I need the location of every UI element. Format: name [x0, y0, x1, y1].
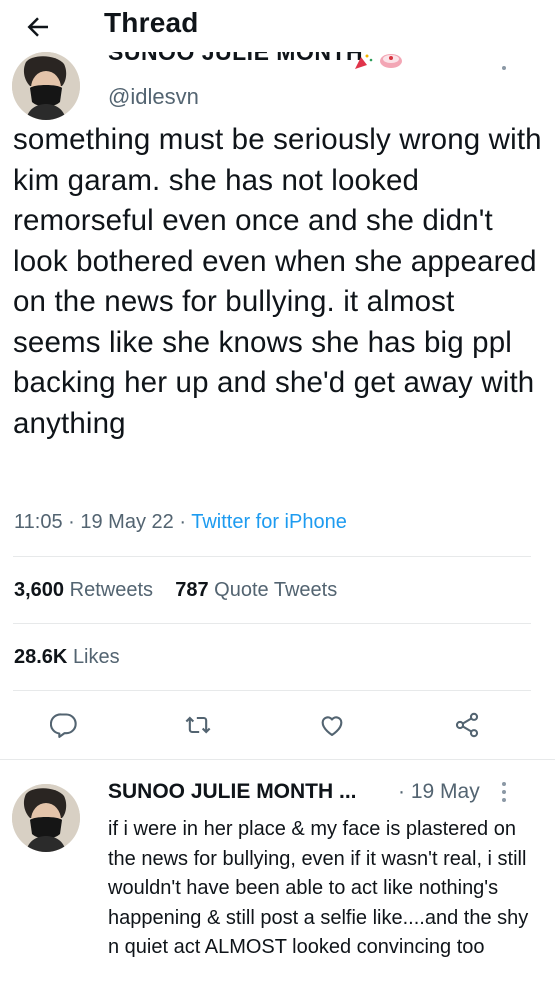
divider: [13, 690, 531, 691]
engagement-stats: 3,600 Retweets 787 Quote Tweets: [14, 579, 337, 602]
arrow-left-icon: [27, 17, 48, 37]
more-options-icon[interactable]: [496, 780, 512, 804]
avatar[interactable]: [12, 784, 80, 852]
party-popper-icon: [355, 54, 373, 69]
tweet-text: something must be seriously wrong with k…: [13, 123, 542, 440]
share-icon: [455, 712, 479, 738]
retweet-icon: [185, 716, 211, 734]
tweet-time[interactable]: 11:05: [14, 511, 63, 533]
divider: [0, 759, 555, 760]
divider: [13, 556, 531, 557]
reply-button[interactable]: [44, 705, 84, 745]
cake-icon: [380, 54, 402, 68]
share-button[interactable]: [447, 705, 487, 745]
reply-date[interactable]: · 19 May: [398, 780, 480, 804]
reply-text: if i were in her place & my face is plas…: [108, 818, 529, 958]
reply-icon: [50, 713, 77, 738]
like-button[interactable]: [312, 705, 352, 745]
quote-tweets-stat[interactable]: 787 Quote Tweets: [175, 579, 337, 601]
separator: ·: [68, 511, 75, 533]
author-handle[interactable]: @idlesvn: [108, 84, 199, 110]
retweets-stat[interactable]: 3,600 Retweets: [14, 579, 153, 601]
more-options-icon[interactable]: [500, 64, 508, 72]
tweet-source[interactable]: Twitter for iPhone: [191, 511, 347, 533]
top-bar: Thread: [0, 0, 555, 52]
like-icon: [321, 716, 343, 736]
retweet-button[interactable]: [178, 705, 218, 745]
divider: [13, 623, 531, 624]
separator: ·: [179, 511, 186, 533]
action-bar: [0, 705, 555, 749]
likes-stat[interactable]: 28.6K Likes: [14, 646, 120, 669]
back-button[interactable]: [18, 7, 58, 47]
tweet-date[interactable]: 19 May 22: [80, 511, 173, 533]
avatar[interactable]: [12, 52, 80, 120]
page-title: Thread: [104, 7, 199, 38]
reply-author-name[interactable]: SUNOO JULIE MONTH ...: [108, 780, 357, 804]
author-name[interactable]: SUNOO JULIE MONTH: [108, 52, 363, 72]
tweet-meta: 11:05 · 19 May 22 · Twitter for iPhone: [14, 511, 347, 534]
